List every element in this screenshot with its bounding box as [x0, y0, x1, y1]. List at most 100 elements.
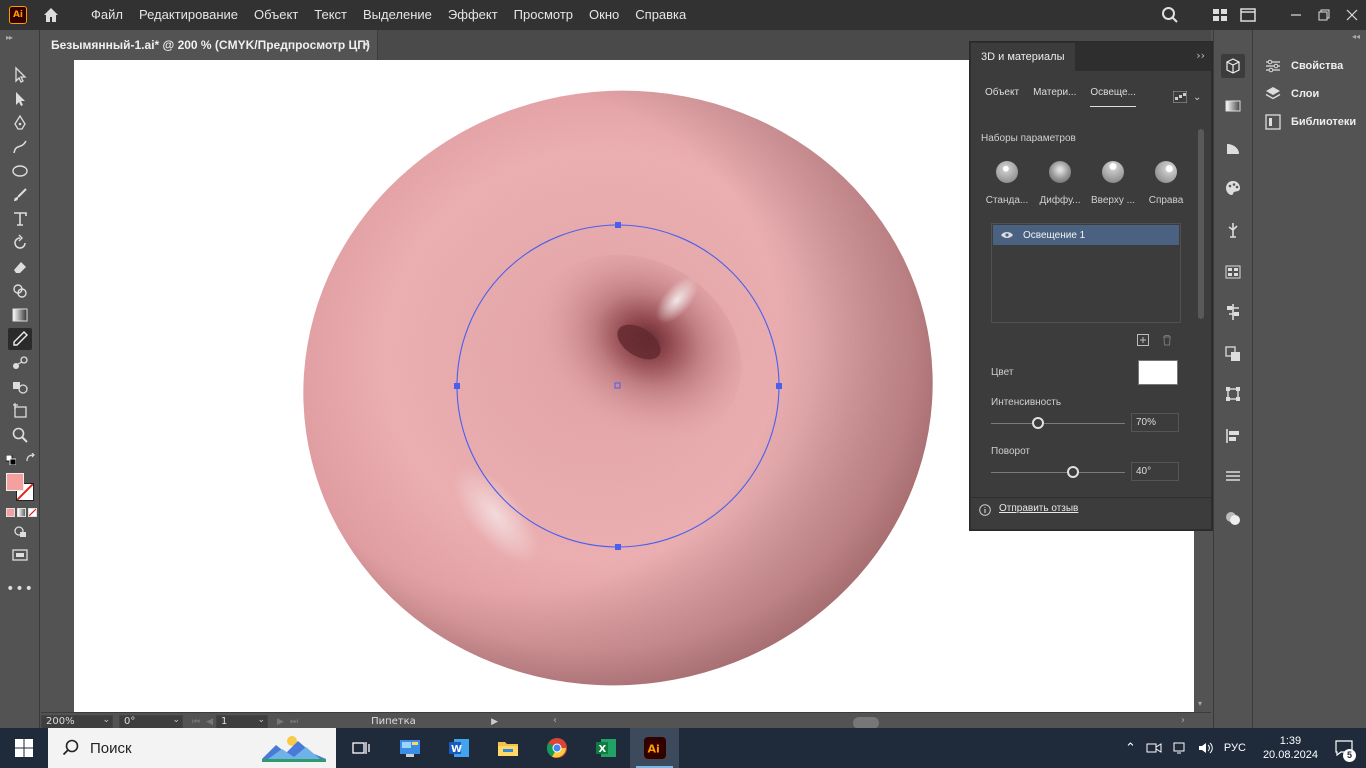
color-palette-icon[interactable] — [1221, 176, 1245, 200]
menu-item[interactable]: Объект — [246, 0, 306, 30]
rotation-input[interactable]: 40° — [1131, 462, 1179, 481]
toolbar-collapse-icon[interactable]: ▸▸ — [6, 33, 13, 42]
draw-mode-icon[interactable] — [8, 520, 32, 542]
chevron-down-icon[interactable]: ⌄ — [1193, 92, 1201, 103]
panel-scroll-thumb[interactable] — [1198, 129, 1204, 319]
panel-tab[interactable]: Освеще... — [1090, 87, 1136, 107]
libraries-panel-button[interactable]: Библиотеки — [1265, 112, 1356, 132]
first-artboard-icon[interactable]: ⏮ — [192, 717, 200, 727]
artboard-tool-icon[interactable] — [8, 400, 32, 422]
rotation-slider-knob[interactable] — [1066, 466, 1079, 478]
light-color-swatch[interactable] — [1138, 360, 1178, 385]
gradient-mode-icon[interactable] — [17, 508, 26, 517]
screen-mode-icon[interactable] — [8, 544, 32, 566]
control-panel-icon[interactable] — [385, 728, 434, 768]
direct-selection-tool-icon[interactable] — [8, 88, 32, 110]
chrome-icon[interactable] — [532, 728, 581, 768]
minimize-icon[interactable] — [1282, 0, 1310, 30]
more-tools-icon[interactable]: ••• — [6, 578, 33, 600]
notifications-button[interactable]: 5 — [1330, 728, 1358, 768]
align-panel-icon[interactable] — [1221, 300, 1245, 324]
illustrator-taskbar-icon[interactable]: Ai — [630, 728, 679, 768]
menu-item[interactable]: Выделение — [355, 0, 440, 30]
puppet-warp-icon[interactable] — [1221, 218, 1245, 242]
zoom-select[interactable]: 200% ⌄ — [41, 714, 113, 729]
rotate-tool-icon[interactable] — [8, 232, 32, 254]
arrange-documents-icon[interactable] — [1206, 0, 1234, 30]
scroll-down-icon[interactable]: ▾ — [1198, 699, 1202, 708]
curvature-tool-icon[interactable] — [8, 136, 32, 158]
light-list-item[interactable]: Освещение 1 — [993, 225, 1179, 245]
start-button[interactable] — [0, 728, 48, 768]
fill-swatch[interactable] — [6, 473, 24, 491]
preset-top-icon[interactable] — [1102, 161, 1124, 183]
preset-right-icon[interactable] — [1155, 161, 1177, 183]
document-tab[interactable]: Безымянный-1.ai* @ 200 % (CMYK/Предпросм… — [41, 30, 378, 60]
taskbar-search[interactable]: Поиск — [48, 728, 336, 768]
menu-item[interactable]: Эффект — [440, 0, 506, 30]
panel-title-tab[interactable]: 3D и материалы — [971, 43, 1075, 71]
selection-tool-icon[interactable] — [8, 64, 32, 86]
transparency-panel-icon[interactable] — [1221, 136, 1245, 160]
word-icon[interactable]: W — [434, 728, 483, 768]
stroke-panel-icon[interactable] — [1221, 464, 1245, 488]
swatches-panel-icon[interactable] — [1221, 260, 1245, 284]
keyboard-language[interactable]: РУС — [1224, 742, 1246, 754]
panel-tab[interactable]: Матери... — [1033, 87, 1076, 107]
intensity-input[interactable]: 70% — [1131, 413, 1179, 432]
scroll-right-icon[interactable]: › — [1181, 715, 1185, 726]
none-mode-icon[interactable] — [28, 508, 37, 517]
eraser-tool-icon[interactable] — [8, 256, 32, 278]
file-explorer-icon[interactable] — [483, 728, 532, 768]
gradient-panel-icon[interactable] — [1221, 94, 1245, 118]
transform-panel-icon[interactable] — [1221, 382, 1245, 406]
menu-item[interactable]: Редактирование — [131, 0, 246, 30]
appearance-panel-icon[interactable] — [1221, 506, 1245, 530]
render-settings-icon[interactable] — [1173, 91, 1187, 103]
rotation-select[interactable]: 0° ⌄ — [119, 714, 183, 729]
chevron-up-icon[interactable]: ⌃ — [1125, 740, 1136, 756]
default-colors-icon[interactable] — [5, 454, 17, 466]
network-icon[interactable] — [1172, 741, 1188, 755]
clock[interactable]: 1:39 20.08.2024 — [1263, 734, 1318, 762]
ellipse-tool-icon[interactable] — [8, 160, 32, 182]
eyedropper-tool-icon[interactable] — [8, 328, 32, 350]
horizontal-scrollbar[interactable]: ‹ › — [553, 715, 1185, 729]
3d-materials-icon[interactable] — [1221, 54, 1245, 78]
send-feedback-link[interactable]: Отправить отзыв — [999, 503, 1078, 514]
pen-tool-icon[interactable] — [8, 112, 32, 134]
intensity-slider-track[interactable] — [991, 423, 1125, 424]
panel-collapse-icon[interactable]: ›› — [1196, 49, 1205, 62]
meet-now-icon[interactable] — [1146, 741, 1162, 755]
menu-item[interactable]: Просмотр — [506, 0, 581, 30]
menu-item[interactable]: Текст — [306, 0, 355, 30]
task-view-icon[interactable] — [336, 728, 385, 768]
live-paint-tool-icon[interactable] — [8, 376, 32, 398]
volume-icon[interactable] — [1198, 741, 1214, 755]
panel-scrollbar[interactable] — [1197, 121, 1205, 483]
properties-panel-button[interactable]: Свойства — [1265, 56, 1343, 76]
close-tab-icon[interactable]: × — [361, 37, 371, 51]
next-artboard-icon[interactable]: ▶ — [277, 717, 284, 727]
rotation-slider-track[interactable] — [991, 472, 1125, 473]
scroll-left-icon[interactable]: ‹ — [553, 715, 557, 726]
delete-light-icon[interactable] — [1161, 334, 1173, 349]
swap-colors-icon[interactable] — [25, 452, 37, 465]
type-tool-icon[interactable] — [8, 208, 32, 230]
fill-stroke-swatches[interactable] — [6, 473, 36, 503]
excel-icon[interactable]: X — [581, 728, 630, 768]
shape-builder-tool-icon[interactable] — [8, 280, 32, 302]
pathfinder-icon[interactable] — [1221, 342, 1245, 366]
align-left-icon[interactable] — [1221, 424, 1245, 448]
menu-item[interactable]: Файл — [83, 0, 131, 30]
preset-diffuse-icon[interactable] — [1049, 161, 1071, 183]
last-artboard-icon[interactable]: ⏭ — [290, 717, 298, 727]
intensity-slider-knob[interactable] — [1031, 417, 1044, 429]
search-icon[interactable] — [1156, 0, 1184, 30]
preset-standard-icon[interactable] — [996, 161, 1018, 183]
restore-icon[interactable] — [1310, 0, 1338, 30]
close-window-icon[interactable] — [1338, 0, 1366, 30]
menu-item[interactable]: Окно — [581, 0, 627, 30]
add-light-icon[interactable] — [1137, 334, 1149, 349]
status-menu-icon[interactable]: ▶ — [491, 717, 498, 727]
